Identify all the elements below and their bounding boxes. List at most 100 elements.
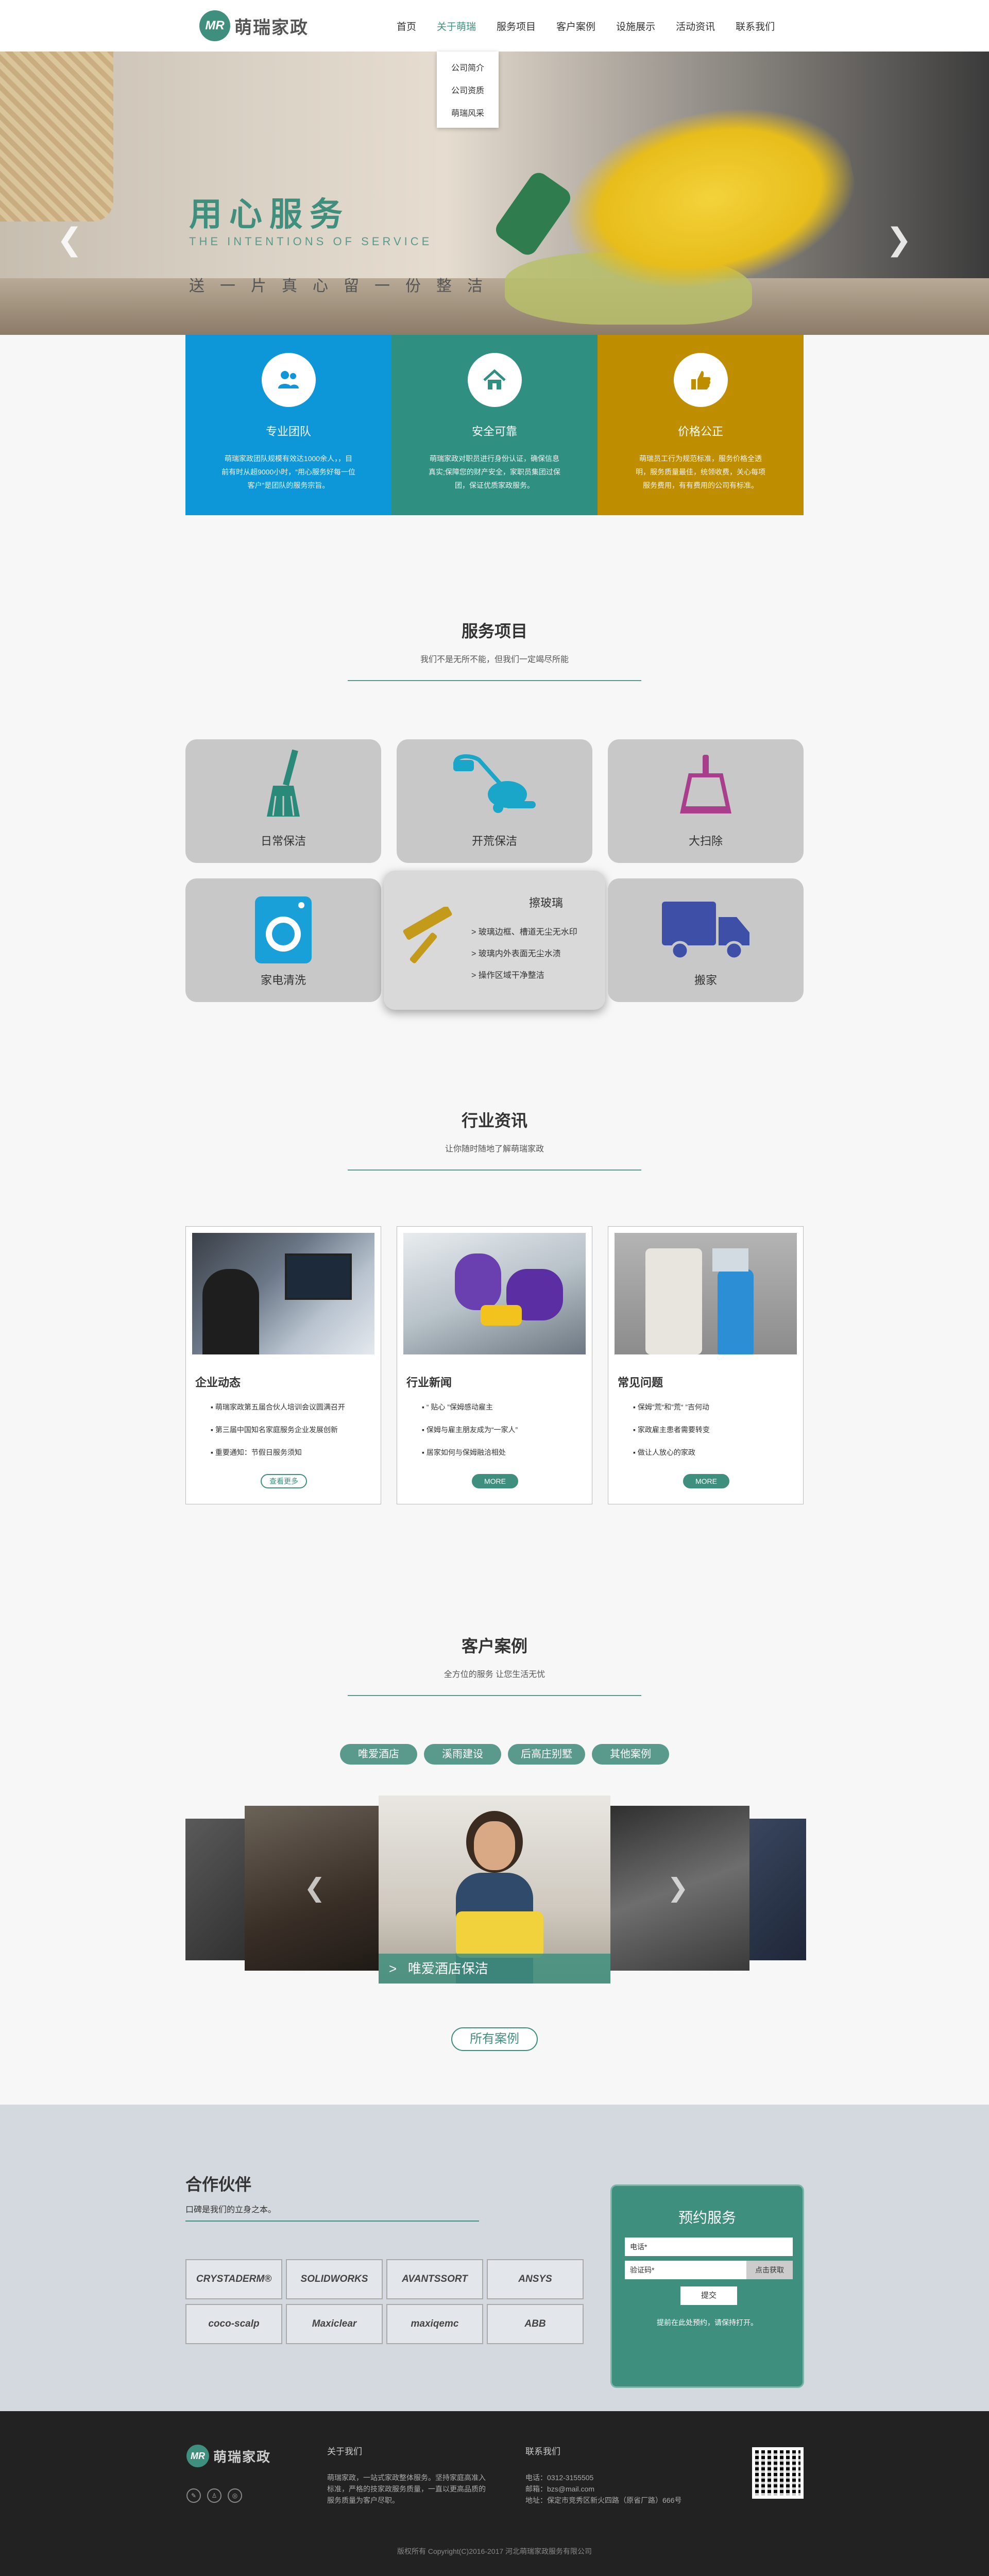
news-image-spray [615,1233,797,1354]
logo-text: 萌瑞家政 [234,18,309,38]
nav-about[interactable]: 关于萌瑞 [437,19,476,33]
partner-logo[interactable]: coco-scalp [185,2304,282,2344]
service-card-deepclean[interactable]: 大扫除 [608,739,804,863]
feature-team: 专业团队 萌瑞家政团队规模有效达1000余人，，目前有时从超9000小时，“用心… [185,335,391,515]
submenu-item-gallery[interactable]: 萌瑞风采 [437,101,499,124]
submit-button[interactable]: 提交 [680,2286,737,2305]
service-popup-line: > 玻璃内外表面无尘水渍 [471,950,561,958]
news-more-button[interactable]: MORE [472,1474,518,1488]
nav-news[interactable]: 活动资讯 [676,19,715,33]
washer-icon [255,896,312,963]
news-item[interactable]: ▪ 萌瑞家政第五届合伙人培训会议圆满召开 [211,1402,345,1412]
news-image-cleaning [403,1233,586,1354]
news-image-office [192,1233,374,1354]
service-popup-line: > 操作区域干净整洁 [471,971,544,980]
service-card-daily[interactable]: 日常保洁 [185,739,381,863]
partners-section: 合作伙伴 口碑是我们的立身之本。 CRYSTADERM® SOLIDWORKS … [0,2105,989,2411]
code-field[interactable]: 验证码* 点击获取 [625,2261,793,2279]
service-card-glass[interactable]: 擦玻璃 > 玻璃边框、槽道无尘无水印 > 玻璃内外表面无尘水渍 > 操作区域干净… [384,871,605,1010]
service-label: 开荒保洁 [471,835,517,848]
partner-logo[interactable]: ANSYS [487,2259,584,2299]
service-popup-list: > 玻璃边框、槽道无尘无水印 > 玻璃内外表面无尘水渍 > 操作区域干净整洁 [471,925,577,990]
nav-cases[interactable]: 客户案例 [556,19,595,33]
partner-logo[interactable]: SOLIDWORKS [286,2259,383,2299]
news-header: 行业资讯 让你随时随地了解萌瑞家政 [0,1108,989,1171]
divider [348,1695,641,1696]
phone-field[interactable]: 电话* [625,2238,793,2256]
footer-logo[interactable]: MR 萌瑞家政 [186,2445,271,2467]
service-label: 家电清洗 [260,974,306,987]
home-icon [467,353,522,407]
logo-text: 萌瑞家政 [213,2449,271,2465]
case-image-right[interactable]: ❯ [610,1806,749,1971]
service-label: 日常保洁 [260,835,306,848]
case-image-left[interactable]: ❮ [245,1806,379,1971]
submenu-item-intro[interactable]: 公司简介 [437,56,499,78]
case-tab-other[interactable]: 其他案例 [592,1744,669,1765]
footer-about: 关于我们 萌瑞家政，一站式家政整体服务。坚持家庭高准入标准，严格的技家政服务质量… [327,2446,487,2506]
news-item[interactable]: ▪ 做让人放心的家政 [633,1447,710,1458]
partner-logo[interactable]: ABB [487,2304,584,2344]
site-footer: MR 萌瑞家政 ✎ ♙ ◎ 关于我们 萌瑞家政，一站式家政整体服务。坚持家庭高准… [0,2411,989,2576]
news-more-button[interactable]: 查看更多 [261,1474,307,1488]
partner-logo[interactable]: Maxiclear [286,2304,383,2344]
news-more-button[interactable]: MORE [683,1474,729,1488]
feature-price: 价格公正 萌瑞员工行为规范标准，服务价格全透明，服务质量最佳，统领收费，关心每项… [598,335,804,515]
news-item[interactable]: ▪ 第三届中国知名家庭服务企业发展创新 [211,1425,345,1435]
news-item[interactable]: ▪ 重要通知：节假日服务须知 [211,1447,345,1458]
qq-icon[interactable]: ♙ [207,2488,221,2503]
service-card-moving[interactable]: 搬家 [608,878,804,1002]
truck-icon [662,902,749,960]
partner-logo[interactable]: maxiqemc [386,2304,483,2344]
squeegee-icon [403,907,452,963]
section-title: 客户案例 [461,1637,527,1655]
services-header: 服务项目 我们不是无所不能，但我们一定竭尽所能 [0,618,989,681]
thumb-up-icon [673,353,728,407]
feature-title: 安全可靠 [471,425,517,438]
submenu-item-qualification[interactable]: 公司资质 [437,78,499,101]
team-icon [261,353,316,407]
news-item[interactable]: ▪ “ 贴心 ”保姆感动雇主 [422,1402,518,1412]
section-subtitle: 全方位的服务 让您生活无忧 [444,1670,545,1679]
news-item[interactable]: ▪ 居家如何与保姆融洽相处 [422,1447,518,1458]
service-label: 大扫除 [688,835,723,848]
case-tab-construction[interactable]: 溪雨建设 [424,1744,501,1765]
chevron-left-icon[interactable]: ❮ [57,222,82,258]
section-subtitle: 让你随时随地了解萌瑞家政 [445,1145,544,1154]
partner-logo[interactable]: AVANTSSORT [386,2259,483,2299]
nav-home[interactable]: 首页 [397,19,416,33]
partner-logo[interactable]: CRYSTADERM® [185,2259,282,2299]
chevron-right-icon[interactable]: ❯ [667,1873,689,1903]
nav-services[interactable]: 服务项目 [497,19,536,33]
service-label: 搬家 [694,974,717,987]
wechat-icon[interactable]: ✎ [186,2488,201,2503]
get-code-button[interactable]: 点击获取 [746,2261,793,2279]
weibo-icon[interactable]: ◎ [228,2488,242,2503]
case-tabs: 唯爱酒店 溪雨建设 后高庄别墅 其他案例 [340,1744,676,1765]
nav-contact[interactable]: 联系我们 [736,19,775,33]
news-category: 行业新闻 [406,1376,452,1389]
news-category: 企业动态 [195,1376,241,1389]
case-tab-hotel[interactable]: 唯爱酒店 [340,1744,417,1765]
service-card-appliance[interactable]: 家电清洗 [185,878,381,1002]
case-image-center[interactable]: > 唯爱酒店保洁 [379,1795,610,1984]
news-item[interactable]: ▪ 保姆与雇主朋友成为“一家人” [422,1425,518,1435]
logo[interactable]: MR 萌瑞家政 [199,10,309,41]
footer-contact-title: 联系我们 [525,2447,560,2456]
nav-facilities[interactable]: 设施展示 [616,19,655,33]
feature-title: 专业团队 [265,425,311,438]
all-cases-button[interactable]: 所有案例 [451,2027,538,2051]
service-popup-line: > 玻璃边框、槽道无尘无水印 [471,928,577,937]
footer-contact: 联系我们 电话：0312-3155505 邮箱：bzs@mail.com 地址：… [525,2446,721,2506]
case-tab-villa[interactable]: 后高庄别墅 [508,1744,585,1765]
news-item[interactable]: ▪ 家政雇主患者需要转变 [633,1425,710,1435]
logo-mark: MR [199,10,230,41]
divider [348,1170,641,1171]
partners-subtitle: 口碑是我们的立身之本。 [185,2206,277,2214]
footer-email[interactable]: 邮箱：bzs@mail.com [525,2483,721,2495]
chevron-right-icon[interactable]: ❯ [886,222,912,258]
chevron-left-icon[interactable]: ❮ [304,1873,326,1903]
service-card-newhome[interactable]: 开荒保洁 [397,739,592,863]
qr-code [752,2447,804,2499]
news-item[interactable]: ▪ 保姆”荒“和”荒“ ”吉何动 [633,1402,710,1412]
